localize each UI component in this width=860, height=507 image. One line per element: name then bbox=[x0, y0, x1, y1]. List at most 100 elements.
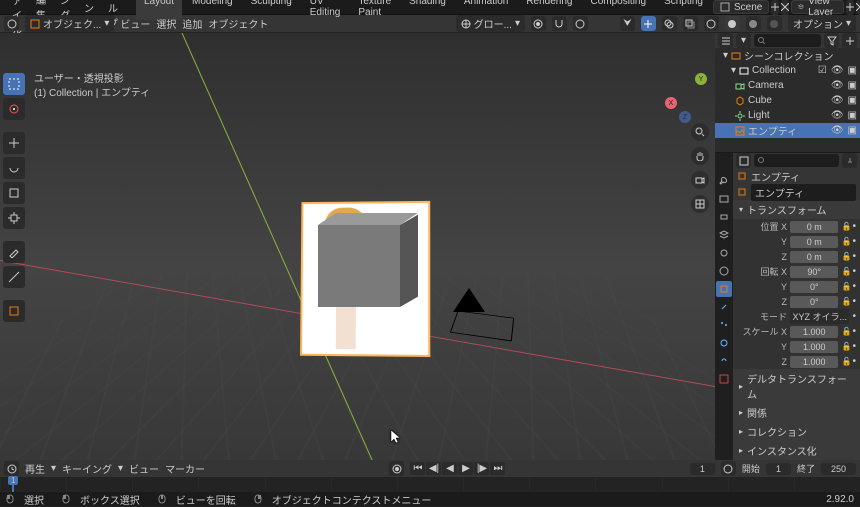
vp-menu-object[interactable]: オブジェクト bbox=[208, 16, 268, 31]
timeline-editor-type[interactable] bbox=[4, 461, 19, 476]
tree-collection[interactable]: ▾Collection☑👁▣ bbox=[715, 63, 860, 78]
play-button[interactable]: ▶ bbox=[458, 462, 473, 475]
dot-icon[interactable]: • bbox=[852, 356, 856, 367]
scene-delete-button[interactable] bbox=[781, 0, 789, 15]
dot-icon[interactable]: • bbox=[852, 221, 856, 232]
tool-move[interactable] bbox=[3, 132, 25, 154]
shading-solid[interactable] bbox=[725, 16, 740, 31]
dot-icon[interactable]: • bbox=[852, 251, 856, 262]
field-loc-x[interactable]: 0 m bbox=[790, 221, 838, 233]
field-scale-y[interactable]: 1.000 bbox=[790, 341, 838, 353]
lock-icon[interactable]: 🔓 bbox=[841, 342, 849, 351]
proportional-button[interactable] bbox=[573, 16, 588, 31]
tab-rendering[interactable]: Rendering bbox=[518, 0, 580, 20]
props-object-tab[interactable] bbox=[716, 281, 732, 297]
viewlayer-selector[interactable]: View Layer bbox=[791, 0, 844, 14]
camera-icon[interactable]: ▣ bbox=[848, 110, 857, 121]
tl-menu-view[interactable]: ビュー bbox=[129, 461, 159, 476]
navigation-gizmo[interactable]: Y X Z bbox=[663, 73, 707, 117]
dot-icon[interactable]: • bbox=[852, 266, 856, 277]
jump-end-button[interactable]: ⏭ bbox=[490, 462, 505, 475]
panel-header-instancing[interactable]: インスタンス化 bbox=[733, 441, 860, 460]
vp-menu-select[interactable]: 選択 bbox=[156, 16, 176, 31]
playhead[interactable] bbox=[12, 477, 14, 492]
outliner-editor-type[interactable] bbox=[718, 33, 733, 48]
vp-menu-view[interactable]: ビュー bbox=[120, 16, 150, 31]
current-frame[interactable]: 1 bbox=[690, 463, 715, 475]
tool-add-cube[interactable] bbox=[3, 300, 25, 322]
tool-select-box[interactable] bbox=[3, 73, 25, 95]
field-scale-z[interactable]: 1.000 bbox=[790, 356, 838, 368]
gizmo-y[interactable]: Y bbox=[695, 73, 707, 85]
props-datablock-name[interactable]: エンプティ bbox=[751, 184, 856, 201]
lock-icon[interactable]: 🔓 bbox=[841, 267, 849, 276]
props-physics-tab[interactable] bbox=[716, 335, 732, 351]
props-viewlayer-tab[interactable] bbox=[716, 227, 732, 243]
field-rot-mode[interactable]: XYZ オイラ... bbox=[790, 309, 849, 324]
props-modifier-tab[interactable] bbox=[716, 299, 732, 315]
dot-icon[interactable]: • bbox=[852, 296, 856, 307]
lock-icon[interactable]: 🔓 bbox=[841, 297, 849, 306]
tool-transform[interactable] bbox=[3, 207, 25, 229]
tab-texturepaint[interactable]: Texture Paint bbox=[350, 0, 399, 20]
start-frame[interactable]: 1 bbox=[766, 463, 791, 475]
preview-range-button[interactable] bbox=[721, 461, 736, 476]
eye-icon[interactable]: 👁 bbox=[831, 80, 844, 91]
eye-icon[interactable]: 👁 bbox=[831, 65, 844, 76]
pivot-button[interactable] bbox=[531, 16, 546, 31]
dot-icon[interactable]: • bbox=[852, 326, 856, 337]
overlays-button[interactable] bbox=[662, 16, 677, 31]
autokey-button[interactable] bbox=[389, 461, 404, 476]
jump-start-button[interactable]: ⏮ bbox=[410, 462, 425, 475]
props-editor-type[interactable] bbox=[736, 153, 751, 168]
tree-item-cube[interactable]: Cube👁▣ bbox=[715, 93, 860, 108]
outliner-search[interactable] bbox=[754, 34, 821, 47]
prev-keyframe-button[interactable]: ◀| bbox=[426, 462, 441, 475]
tool-scale[interactable] bbox=[3, 182, 25, 204]
camera-icon[interactable]: ▣ bbox=[848, 95, 857, 106]
scene-new-button[interactable] bbox=[771, 0, 779, 15]
props-constraint-tab[interactable] bbox=[716, 353, 732, 369]
tab-uvediting[interactable]: UV Editing bbox=[302, 0, 349, 20]
props-search[interactable] bbox=[754, 154, 839, 167]
checkbox-icon[interactable]: ☑ bbox=[818, 65, 827, 76]
dot-icon[interactable]: • bbox=[852, 281, 856, 292]
panel-header-transform[interactable]: トランスフォーム bbox=[733, 200, 860, 219]
tab-shading[interactable]: Shading bbox=[401, 0, 454, 20]
lock-icon[interactable]: 🔓 bbox=[841, 237, 849, 246]
viewlayer-new-button[interactable] bbox=[846, 0, 854, 15]
display-mode-button[interactable]: ▾ bbox=[736, 33, 751, 48]
gizmo-x[interactable]: X bbox=[665, 97, 677, 109]
field-rot-x[interactable]: 90° bbox=[790, 266, 838, 278]
panel-header-collection[interactable]: コレクション bbox=[733, 422, 860, 441]
orientation-selector[interactable]: グロー...▾ bbox=[456, 15, 525, 32]
gizmo-z[interactable]: Z bbox=[679, 111, 691, 123]
tl-menu-marker[interactable]: マーカー bbox=[165, 461, 205, 476]
tree-scene-collection[interactable]: ▾シーンコレクション bbox=[715, 48, 860, 63]
mode-selector[interactable]: オブジェク... ▾ bbox=[25, 15, 114, 32]
tl-menu-keying[interactable]: キーイング bbox=[62, 461, 112, 476]
lock-icon[interactable]: 🔓 bbox=[841, 252, 849, 261]
zoom-button[interactable] bbox=[691, 123, 709, 141]
snap-button[interactable] bbox=[552, 16, 567, 31]
pan-button[interactable] bbox=[691, 147, 709, 165]
shading-rendered[interactable] bbox=[767, 16, 782, 31]
props-particles-tab[interactable] bbox=[716, 317, 732, 333]
lock-icon[interactable]: 🔓 bbox=[841, 222, 849, 231]
field-rot-y[interactable]: 0° bbox=[790, 281, 838, 293]
props-pin-button[interactable] bbox=[842, 153, 857, 168]
new-collection-button[interactable] bbox=[842, 33, 857, 48]
props-datablock-row[interactable]: エンプティ bbox=[733, 184, 860, 200]
show-gizmo-button[interactable]: ⮟ bbox=[620, 16, 635, 31]
camera-icon[interactable]: ▣ bbox=[848, 125, 857, 136]
dot-icon[interactable]: • bbox=[852, 311, 856, 322]
eye-icon[interactable]: 👁 bbox=[831, 125, 844, 136]
props-objectdata-tab[interactable] bbox=[716, 371, 732, 387]
dot-icon[interactable]: • bbox=[852, 236, 856, 247]
play-reverse-button[interactable]: ◀ bbox=[442, 462, 457, 475]
options-button[interactable]: オプション▾ bbox=[788, 15, 856, 32]
dot-icon[interactable]: • bbox=[852, 341, 856, 352]
props-scene-tab[interactable] bbox=[716, 245, 732, 261]
lock-icon[interactable]: 🔓 bbox=[841, 327, 849, 336]
lock-icon[interactable]: 🔓 bbox=[841, 282, 849, 291]
